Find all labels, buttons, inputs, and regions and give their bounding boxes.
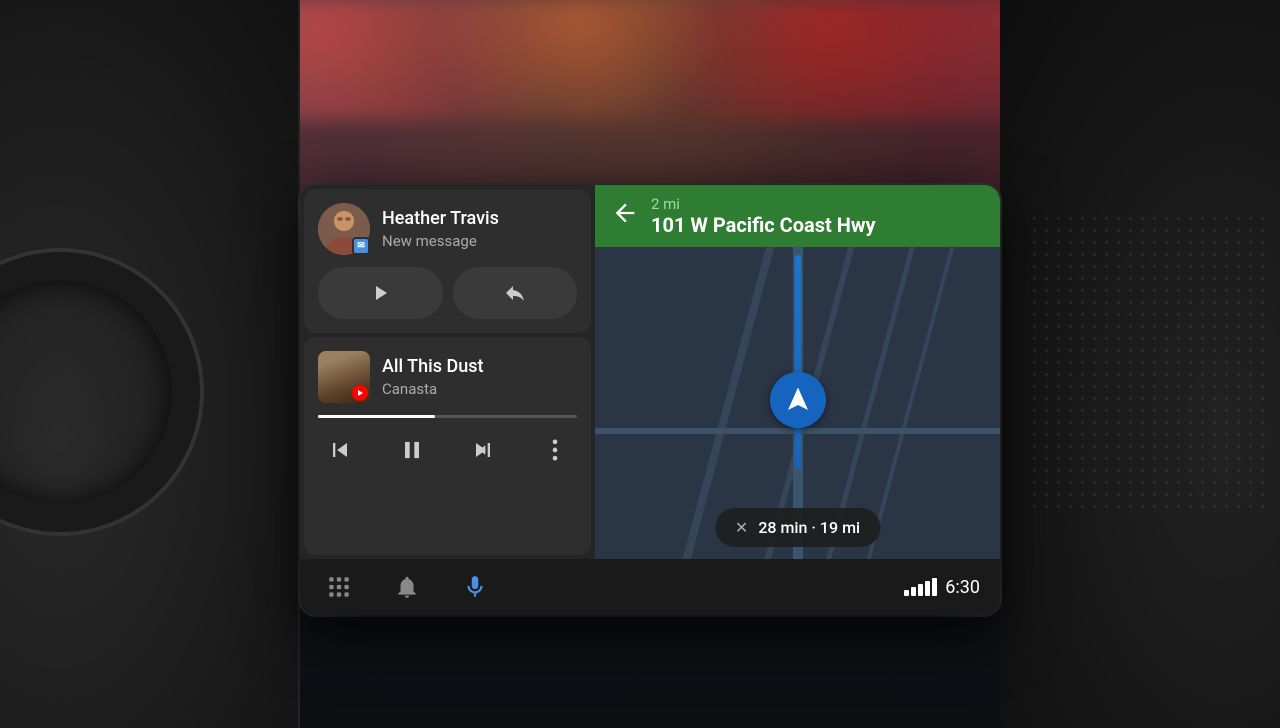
signal-bar-5 bbox=[932, 578, 937, 596]
skip-next-icon bbox=[469, 436, 497, 464]
badge-icon: ✉ bbox=[357, 241, 365, 251]
screen-content: ✉ Heather Travis New message bbox=[300, 185, 1000, 559]
mic-button[interactable] bbox=[456, 568, 494, 606]
turn-left-icon bbox=[611, 199, 639, 227]
android-auto-screen: ✉ Heather Travis New message bbox=[300, 185, 1000, 615]
message-info: Heather Travis New message bbox=[382, 208, 577, 250]
location-dot bbox=[770, 372, 826, 428]
reply-message-button[interactable] bbox=[453, 267, 578, 319]
bottom-toolbar: 6:30 bbox=[300, 559, 1000, 615]
nav-info: 2 mi 101 W Pacific Coast Hwy bbox=[651, 195, 876, 237]
play-message-button[interactable] bbox=[318, 267, 443, 319]
messaging-app-badge: ✉ bbox=[352, 237, 370, 255]
reply-icon bbox=[503, 281, 527, 305]
bell-icon bbox=[394, 574, 420, 600]
navigation-panel[interactable]: 2 mi 101 W Pacific Coast Hwy ✕ 28 min · bbox=[595, 185, 1000, 559]
turn-arrow-icon bbox=[611, 199, 639, 233]
more-vert-icon bbox=[541, 436, 569, 464]
avatar-container: ✉ bbox=[318, 203, 370, 255]
message-card: ✉ Heather Travis New message bbox=[304, 189, 591, 333]
location-marker bbox=[770, 372, 826, 428]
previous-track-button[interactable] bbox=[322, 432, 358, 468]
apps-button[interactable] bbox=[320, 568, 358, 606]
speaker-grille-right bbox=[1030, 214, 1270, 514]
pause-icon bbox=[398, 436, 426, 464]
eta-info: 28 min · 19 mi bbox=[758, 518, 860, 537]
song-title: All This Dust bbox=[382, 356, 577, 378]
eta-bar: ✕ 28 min · 19 mi bbox=[715, 508, 880, 547]
mic-icon bbox=[462, 574, 488, 600]
apps-icon bbox=[326, 574, 352, 600]
message-type: New message bbox=[382, 232, 577, 250]
music-controls bbox=[318, 432, 577, 468]
progress-fill bbox=[318, 415, 435, 418]
album-art bbox=[318, 351, 370, 403]
signal-bar-3 bbox=[918, 584, 923, 596]
music-header: All This Dust Canasta bbox=[318, 351, 577, 403]
music-card: All This Dust Canasta bbox=[304, 337, 591, 555]
artist-name: Canasta bbox=[382, 380, 577, 398]
youtube-play-icon bbox=[355, 388, 365, 398]
eta-separator: · bbox=[811, 518, 820, 537]
nav-distance: 2 mi bbox=[651, 195, 876, 213]
nav-street: 101 W Pacific Coast Hwy bbox=[651, 213, 876, 237]
pause-button[interactable] bbox=[394, 432, 430, 468]
contact-name: Heather Travis bbox=[382, 208, 577, 230]
notifications-button[interactable] bbox=[388, 568, 426, 606]
dashboard-right-panel bbox=[1000, 0, 1280, 728]
progress-bar[interactable] bbox=[318, 415, 577, 418]
time-signal: 6:30 bbox=[904, 577, 980, 598]
more-options-button[interactable] bbox=[537, 432, 573, 468]
route-line bbox=[795, 255, 801, 468]
left-panel: ✉ Heather Travis New message bbox=[300, 185, 595, 559]
next-track-button[interactable] bbox=[465, 432, 501, 468]
steering-wheel bbox=[0, 252, 200, 532]
navigation-header: 2 mi 101 W Pacific Coast Hwy bbox=[595, 185, 1000, 247]
time-display: 6:30 bbox=[945, 577, 980, 598]
skip-previous-icon bbox=[326, 436, 354, 464]
message-actions bbox=[318, 267, 577, 319]
youtube-music-badge bbox=[352, 385, 368, 401]
signal-bars bbox=[904, 578, 937, 596]
signal-bar-4 bbox=[925, 581, 930, 596]
eta-time: 28 min bbox=[758, 518, 807, 537]
navigation-arrow-icon bbox=[783, 385, 813, 415]
signal-bar-1 bbox=[904, 590, 909, 596]
music-info: All This Dust Canasta bbox=[382, 356, 577, 398]
eta-distance: 19 mi bbox=[820, 518, 860, 537]
eta-close-button[interactable]: ✕ bbox=[735, 518, 748, 537]
dashboard-left-panel: // Rendered inline below via template bbox=[0, 0, 300, 728]
message-header: ✉ Heather Travis New message bbox=[318, 203, 577, 255]
signal-bar-2 bbox=[911, 587, 916, 596]
play-icon bbox=[368, 281, 392, 305]
